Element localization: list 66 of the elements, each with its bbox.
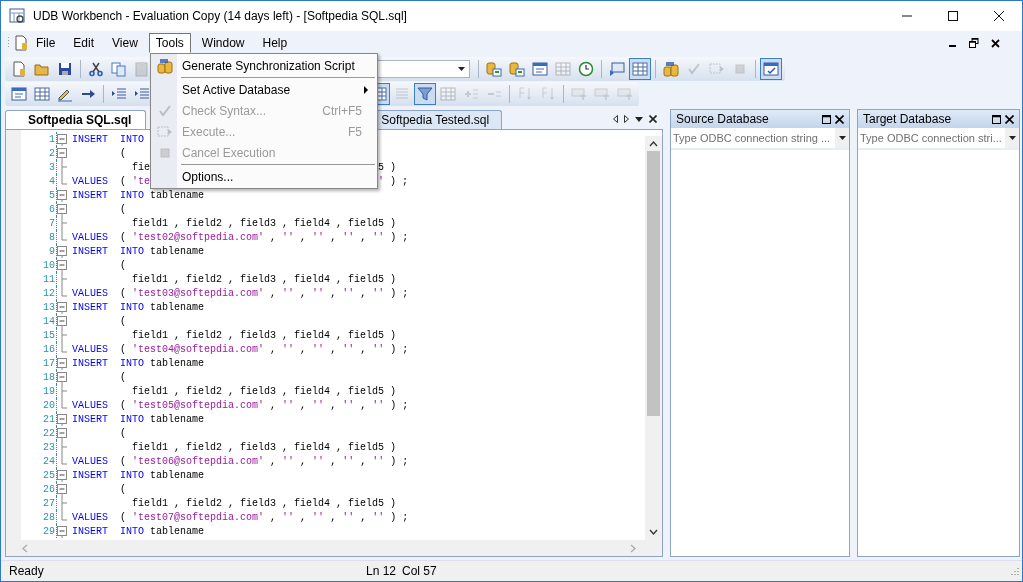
code-text: INSERT INTO tablename [72,525,205,537]
code-text: ( [120,259,126,271]
code-text: ( [120,371,126,383]
line-number: 5 [48,189,56,201]
status-text: Ready [9,564,45,578]
line-number: 27 [42,497,56,509]
line-number: 21 [42,413,56,425]
code-text: fie [132,161,150,173]
code-text: INSERT INTO tablename [72,357,205,369]
code-text: INSERT INTO [72,133,144,145]
code-text: field1 , field2 , field3 , field4 , field5 ) [132,273,397,285]
line-number: 3 [48,161,56,173]
line-number: 2 [48,147,56,159]
line-number: 6 [48,203,56,215]
line-number: 28 [42,511,56,523]
line-number: 10 [42,259,56,271]
line-number: 19 [42,385,56,397]
line-number: 22 [42,427,56,439]
line-number: 4 [48,175,56,187]
line-number: 25 [42,469,56,481]
code-text: field1 , field2 , field3 , field4 , field5 ) [132,329,397,341]
code-text: VALUES ( 'test03@softepdia.com' , '' , '' , '' , '' ) ; [72,287,409,299]
code-text: ( [120,147,126,159]
code-text: 5 ) [378,161,397,173]
code-text: VALUES ( 'test05@softepdia.com' , '' , '' , '' , '' ) ; [72,399,409,411]
line-number: 23 [42,441,56,453]
window-title: UDB Workbench - Evaluation Copy (14 days left) - [Softpedia SQL.sql] [33,9,407,23]
line-number: 17 [42,357,56,369]
line-number: 13 [42,301,56,313]
code-text: field1 , field2 , field3 , field4 , field5 ) [132,385,397,397]
line-number: 9 [48,245,56,257]
code-text: VALUES ( 'test06@softepdia.com' , '' , '' , '' , '' ) ; [72,455,409,467]
line-number: 15 [42,329,56,341]
line-number: 1 [48,133,56,145]
line-position: Ln 12 [366,564,397,578]
code-text: ( [120,427,126,439]
line-number: 11 [42,273,56,285]
code-text: INSERT INTO tablename [72,189,205,201]
code-text: INSERT INTO tablename [72,469,205,481]
code-text: INSERT INTO tablename [72,245,205,257]
line-number: 20 [42,399,56,411]
line-number: 8 [48,231,56,243]
panel-title: Source Database [676,112,769,126]
code-text: ( [120,203,126,215]
line-number: 29 [42,525,56,537]
line-number: 24 [42,455,56,467]
line-number: 7 [48,217,56,229]
code-text: ( [120,315,126,327]
code-text: INSERT INTO tablename [72,301,205,313]
code-text: field1 , field2 , field3 , field4 , field5 ) [132,441,397,453]
code-text: ( [120,483,126,495]
line-number: 26 [42,483,56,495]
column-position: Col 57 [402,564,437,578]
panel-title: Target Database [863,112,952,126]
code-text: VALUES ( 'te [72,175,151,187]
line-number: 18 [42,371,56,383]
line-number: 16 [42,343,56,355]
code-text: INSERT INTO tablename [72,413,205,425]
line-number: 14 [42,315,56,327]
code-text: ' ) ; [378,175,409,187]
code-text: field1 , field2 , field3 , field4 , field5 ) [132,497,397,509]
code-text: VALUES ( 'test02@softpedia.com' , '' , '' , '' , '' ) ; [72,231,409,243]
code-text: field1 , field2 , field3 , field4 , field5 ) [132,217,397,229]
line-number: 12 [42,287,56,299]
code-text: VALUES ( 'test04@softepdia.com' , '' , '' , '' , '' ) ; [72,343,409,355]
code-text: VALUES ( 'test07@softepdia.com' , '' , '' , '' , '' ) ; [72,511,409,523]
